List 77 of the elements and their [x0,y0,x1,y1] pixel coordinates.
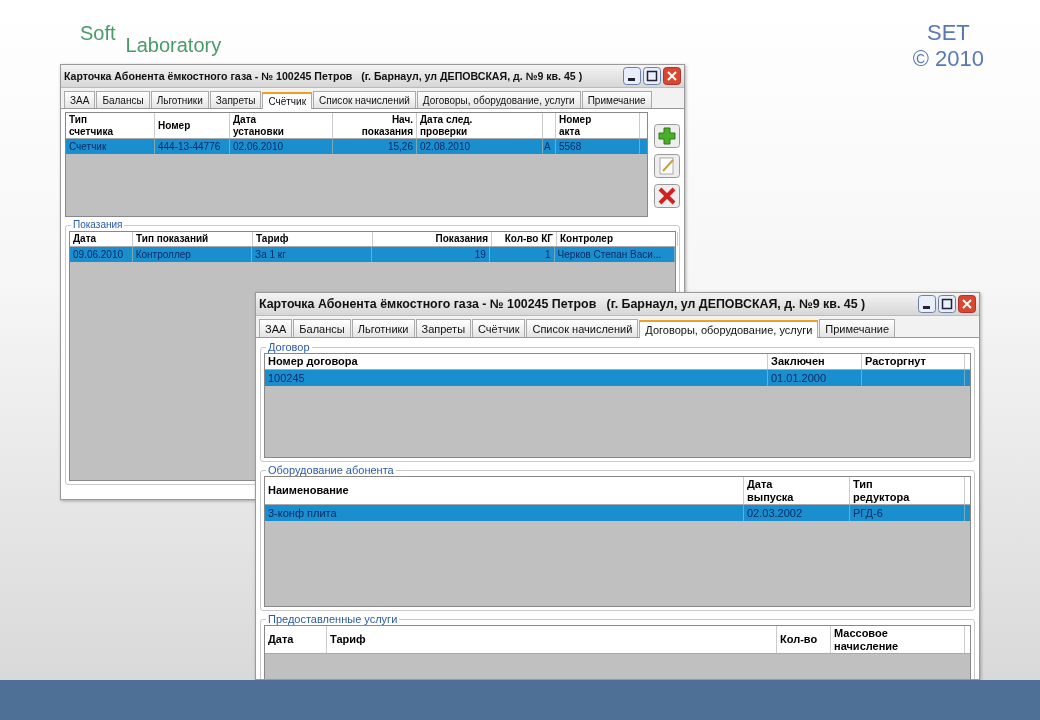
column-header[interactable]: Кол-во [777,626,831,654]
tab[interactable]: ЗАА [259,319,293,337]
column-header[interactable]: Тип счетчика [66,113,155,138]
group-title: Показания [71,219,125,231]
table-cell: РГД-6 [853,507,883,520]
maximize-icon[interactable] [938,295,956,313]
table-cell: 3-конф плита [268,507,337,520]
maximize-icon[interactable] [643,67,661,85]
column-header[interactable]: Показания [373,232,492,246]
table-cell: 02.06.2010 [233,141,284,152]
table-cell: Счетчик [69,141,107,152]
close-icon[interactable] [663,67,681,85]
brand-text: Laboratory [125,34,222,57]
column-header[interactable]: Контролер [557,232,678,246]
close-icon[interactable] [958,295,976,313]
brand-text: Soft [80,22,116,46]
tab[interactable]: Счётчик [472,319,526,337]
table-cell: За 1 кг [255,248,286,260]
corner-text: © 2010 [912,46,984,72]
corner-text: SET [926,20,970,46]
tab[interactable]: Договоры, оборудование, услуги [416,91,581,108]
tab[interactable]: Список начислений [526,319,639,337]
table-cell: Контроллер [135,248,191,260]
column-header[interactable]: Дата выпуска [744,477,850,505]
table-cell: 5568 [559,141,582,152]
column-header[interactable]: Наименование [265,477,744,505]
window-title: Карточка Абонента ёмкостного газа - № 100245 Петров (г. Барнаул, ул ДЕПОВСКАЯ, д. №9 кв. 45 ) [64,70,584,82]
table-cell: 1 [545,248,551,260]
column-header[interactable]: Нач. показания [333,113,417,138]
table-cell: 100245 [268,371,305,384]
table-cell: 01.01.2000 [771,371,827,384]
tab[interactable]: Договоры, оборудование, услуги [639,320,819,338]
column-header[interactable]: Тип редуктора [850,477,965,505]
table-cell: 02.03.2002 [747,507,803,520]
table-cell: 15,26 [387,141,413,152]
tab[interactable]: Балансы [293,319,351,337]
table-row[interactable]: 3-конф плита 02.03.2002 РГД-6 [265,505,970,522]
minimize-icon[interactable] [918,295,936,313]
column-header[interactable]: Дата установки [230,113,333,138]
column-header[interactable]: Массовое начисление [831,626,965,654]
column-header[interactable]: Тариф [253,232,373,246]
column-header[interactable]: Номер договора [265,354,768,369]
column-header[interactable]: Кол-во КГ [492,232,557,246]
column-header[interactable]: Тип показаний [133,232,253,246]
group-title: Оборудование абонента [266,464,396,476]
group-title: Предоставленные услуги [266,613,400,625]
minimize-icon[interactable] [623,67,641,85]
table-cell: 09.06.2010 [73,248,124,260]
column-header[interactable]: Номер [155,113,230,138]
column-header[interactable]: Дата след. проверки [417,113,543,138]
table-cell: 444-13-44776 [158,141,221,152]
column-header[interactable]: Дата [265,626,327,654]
window-title: Карточка Абонента ёмкостного газа - № 100245 Петров (г. Барнаул, ул ДЕПОВСКАЯ, д. №9 кв. 45 ) [259,297,867,311]
tab[interactable]: Льготники [351,319,415,337]
table-cell: Черков Степан Васи... [557,248,662,260]
column-header[interactable]: Расторгнут [862,354,965,369]
delete-icon[interactable] [654,184,680,208]
column-header[interactable]: Дата [70,232,133,246]
table-cell: 19 [474,248,486,260]
tab[interactable]: Примечание [581,91,652,108]
tab[interactable]: Счётчик [262,92,313,109]
tab[interactable]: Льготники [150,91,209,108]
tab[interactable]: Примечание [819,319,895,337]
tab[interactable]: ЗАА [64,91,96,108]
tab[interactable]: Балансы [96,91,150,108]
column-header[interactable]: Тариф [327,626,777,654]
column-header[interactable]: Заключен [768,354,862,369]
group-title: Договор [266,341,312,353]
table-cell: 02.08.2010 [420,141,471,152]
table-row[interactable]: Счетчик 444-13-44776 02.06.2010 15,26 02.08.2010 А 5568 [66,139,647,154]
tab[interactable]: Запреты [209,91,262,108]
tab[interactable]: Запреты [415,319,472,337]
pencil-icon[interactable] [654,154,680,178]
column-header[interactable]: Номер акта [556,113,640,138]
tab[interactable]: Список начислений [313,91,416,108]
table-cell: А [544,141,551,152]
plus-icon[interactable] [654,124,680,148]
